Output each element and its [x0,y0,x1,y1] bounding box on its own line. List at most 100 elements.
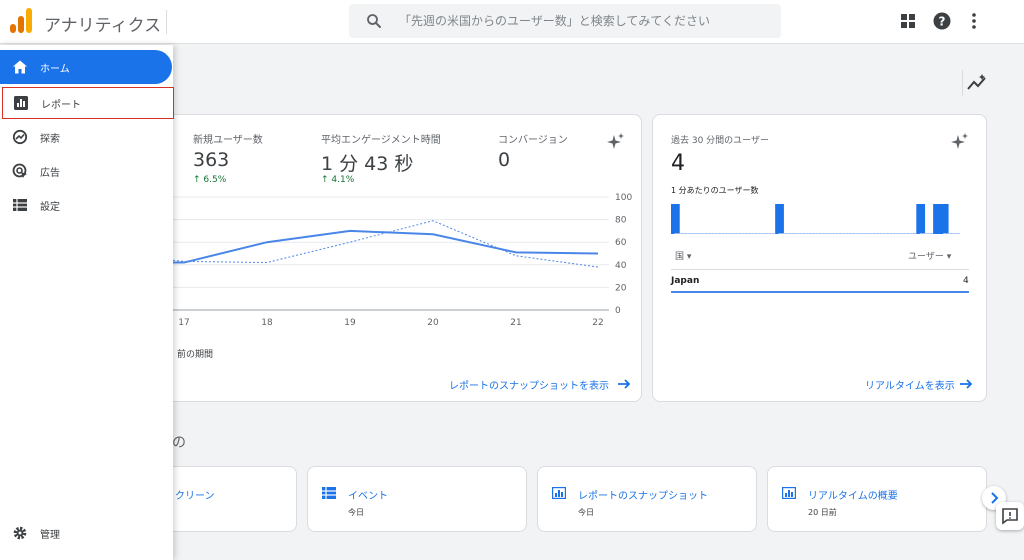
chart-y-tick-label: 40 [615,261,627,271]
metric-delta: ↑ 4.1% [321,175,355,185]
table-divider [671,269,969,270]
advertising-icon [12,163,27,178]
per-minute-bar [674,233,678,234]
per-minute-bar [822,233,826,234]
chart-y-tick-label: 80 [615,216,627,226]
per-minute-bar [694,233,698,234]
per-minute-bar [768,233,772,234]
configure-icon [13,199,27,211]
help-icon[interactable]: ? [932,11,952,31]
per-minute-bar [835,233,839,234]
explore-icon [12,129,28,145]
reports-icon [14,96,28,110]
quick-access-card[interactable]: レポートのスナップショット 今日 [537,466,757,532]
per-minute-bar [882,233,886,234]
per-minute-bar [865,233,869,234]
title-divider [166,10,167,34]
chart-x-tick-label: 19 [344,318,356,327]
per-minute-bar [845,233,849,234]
table-row-bar [671,291,969,293]
metric-delta-value: 6.5% [203,175,227,185]
table-row-users: 4 [963,276,969,286]
per-minute-bar [875,233,879,234]
more-vert-icon[interactable] [964,11,984,31]
insights-icon[interactable] [964,70,990,96]
nav-item-home[interactable]: ホーム [0,50,172,84]
per-minute-bar [812,233,816,234]
feedback-button[interactable] [996,502,1024,530]
realtime-card: 過去 30 分間のユーザー 4 1 分あたりのユーザー数 国 ▾ ユーザー ▾ … [652,114,987,402]
per-minute-bar [751,233,755,234]
sparkle-icon[interactable] [607,133,625,151]
analytics-logo[interactable] [10,8,34,34]
per-minute-bar [926,233,930,234]
view-realtime-link[interactable]: リアルタイムを表示 [865,377,955,392]
quick-access-subtitle: 今日 [578,508,594,517]
overview-line-chart: 100 80 60 40 20 0 17 18 19 20 21 22 [172,193,632,327]
per-minute-bar [825,233,829,234]
metric-label: コンバージョン [498,135,568,146]
per-minute-bar [707,233,711,234]
app-title: アナリティクス [44,16,162,36]
arrow-forward-icon[interactable] [959,378,973,390]
sparkle-icon[interactable] [951,133,969,151]
per-minute-bar [849,233,853,234]
chart-y-tick-label: 0 [615,306,621,316]
per-minute-bar [748,233,752,234]
apps-grid-icon[interactable] [898,11,918,31]
nav-item-explore[interactable]: 探索 [0,120,172,154]
per-minute-bar [855,233,859,234]
per-minute-bar [808,233,812,234]
quick-access-title: レポートのスナップショット [578,491,708,502]
quick-access-title: クリーン [175,491,215,502]
per-minute-bar [956,233,960,234]
per-minute-bar [795,233,799,234]
per-minute-bar [704,233,708,234]
column-country[interactable]: 国 ▾ [675,249,691,262]
column-users[interactable]: ユーザー ▾ [908,249,951,262]
per-minute-bar [805,233,809,234]
per-minute-bar [909,233,913,234]
per-minute-bar [889,233,893,234]
nav-item-admin[interactable]: 管理 [0,516,172,550]
per-minute-bar [718,233,722,234]
per-minute-bar [902,233,906,234]
nav-item-configure[interactable]: 設定 [0,188,172,222]
per-minute-bar [923,233,926,234]
per-minute-bar [714,233,718,234]
per-minute-bar [859,233,863,234]
quick-access-card[interactable]: リアルタイムの概要 20 日前 [767,466,987,532]
per-minute-bar [681,233,685,234]
per-minute-bar [744,233,748,234]
per-minute-bar [701,233,705,234]
chart-x-tick-label: 22 [592,318,603,327]
quick-access-card[interactable]: イベント 今日 [307,466,527,532]
search-bar[interactable] [349,4,781,38]
per-minute-bar [721,233,725,234]
quick-access-title: イベント [348,491,388,502]
search-input[interactable] [399,4,769,38]
per-minute-bar [765,233,769,234]
view-report-snapshot-link[interactable]: レポートのスナップショットを表示 [449,377,609,392]
chart-y-tick-label: 20 [615,283,627,293]
metric-value: 363 [193,149,230,171]
per-minute-bar [906,233,910,234]
per-minute-bar [818,233,822,234]
nav-item-reports[interactable]: レポート [1,86,175,120]
nav-drawer: ホーム レポート 探索 広告 設定 管理 [0,45,175,560]
per-minute-bar [815,233,819,234]
per-minute-bar [839,233,842,234]
metric-label: 新規ユーザー数 [193,135,263,146]
metric-label: 平均エンゲージメント時間 [321,135,441,146]
per-minute-bar [778,233,782,234]
chart-x-tick-label: 18 [261,318,273,327]
nav-item-label: 管理 [40,530,60,541]
arrow-forward-icon[interactable] [617,378,631,390]
nav-item-advertising[interactable]: 広告 [0,154,172,188]
chart-x-tick-label: 17 [178,318,189,327]
per-minute-bar [728,233,732,234]
nav-item-label: 広告 [40,168,60,179]
per-minute-bar [758,233,762,234]
chart-x-tick-label: 21 [510,318,521,327]
overview-card: 新規ユーザー数 363 ↑ 6.5% 平均エンゲージメント時間 1 分 43 秒… [150,114,642,402]
